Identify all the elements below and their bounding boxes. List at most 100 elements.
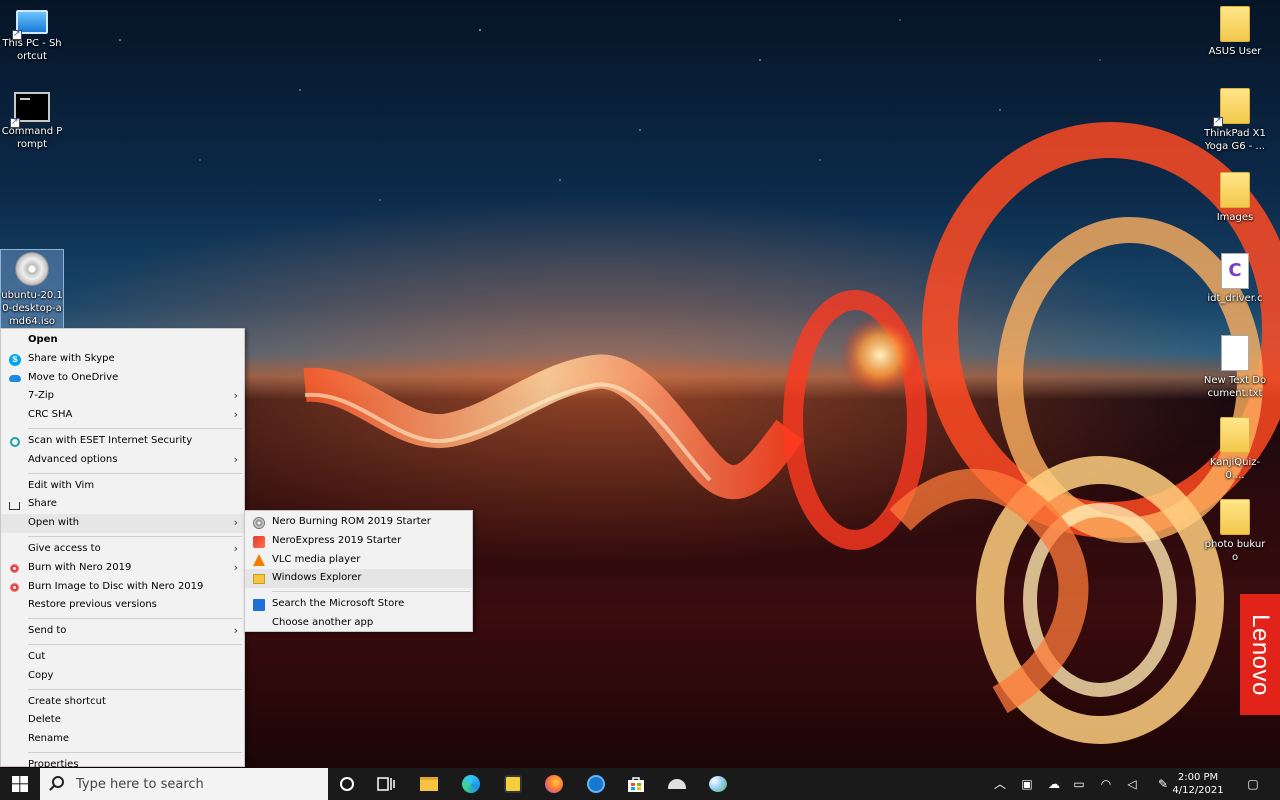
clock-time: 2:00 PM (1177, 772, 1219, 783)
battery-icon[interactable]: ▭ (1072, 777, 1086, 791)
desktop-icon-command-prompt[interactable]: Command Prompt (0, 86, 64, 154)
onedrive-tray-icon[interactable]: ☁ (1046, 777, 1062, 791)
cortana-button[interactable] (328, 768, 366, 800)
submenu-item-vlc[interactable]: VLC media player (245, 551, 472, 570)
desktop-icon-ubuntu-iso[interactable]: ubuntu-20.10-desktop-amd64.iso (0, 249, 64, 329)
task-view-button[interactable] (366, 768, 406, 800)
menu-item-give-access-to[interactable]: Give access to › (1, 540, 244, 559)
firefox-icon (545, 775, 563, 793)
menu-item-scan-eset[interactable]: Scan with ESET Internet Security (1, 432, 244, 451)
desktop-icon-label: ThinkPad X1 Yoga G6 - ... (1204, 128, 1266, 152)
desktop-icon-label: This PC - Shortcut (2, 38, 62, 62)
menu-item-restore-previous-versions[interactable]: Restore previous versions (1, 596, 244, 615)
folder-icon (1220, 172, 1250, 208)
taskbar-file-explorer[interactable] (408, 768, 450, 800)
menu-item-send-to[interactable]: Send to › (1, 622, 244, 641)
nero-icon (10, 563, 19, 573)
disc-image-icon (15, 252, 49, 286)
menu-item-label: 7-Zip (28, 390, 54, 402)
menu-item-label: Delete (28, 714, 61, 726)
edge-icon (462, 775, 480, 793)
desktop-icon-asus-user[interactable]: ASUS User (1203, 4, 1267, 58)
menu-separator (28, 618, 242, 620)
submenu-item-windows-explorer[interactable]: Windows Explorer (245, 569, 472, 589)
bee-app-icon (504, 775, 522, 793)
menu-item-label: Burn with Nero 2019 (28, 561, 132, 573)
submenu-item-nero-burning-rom[interactable]: Nero Burning ROM 2019 Starter (245, 513, 472, 532)
desktop-icon-label: ubuntu-20.10-desktop-amd64.iso (1, 290, 63, 327)
desktop-icon-kanjiquiz[interactable]: KanjiQuiz-0.... (1203, 415, 1267, 482)
start-button[interactable] (0, 768, 40, 800)
menu-item-burn-image-nero[interactable]: Burn Image to Disc with Nero 2019 (1, 578, 244, 597)
folder-icon (1220, 417, 1250, 453)
nero-icon (10, 582, 19, 592)
menu-separator (28, 643, 242, 645)
menu-item-edit-with-vim[interactable]: Edit with Vim (1, 477, 244, 496)
menu-item-label: Share with Skype (28, 352, 115, 364)
folder-icon (1213, 88, 1250, 128)
chevron-up-icon[interactable]: ︿ (993, 777, 1007, 791)
taskbar-app-bee[interactable] (492, 768, 534, 800)
menu-item-open-with[interactable]: Open with › (1, 514, 244, 533)
taskbar-search-box[interactable]: Type here to search (40, 768, 328, 800)
menu-item-label: Burn Image to Disc with Nero 2019 (28, 580, 204, 592)
nero-burning-rom-icon (253, 517, 265, 529)
menu-item-label: Restore previous versions (28, 599, 157, 611)
desktop-icon-photo-bukuro[interactable]: photo bukuro (1203, 497, 1267, 564)
desktop-icon-label: photo bukuro (1204, 539, 1266, 563)
wifi-icon[interactable]: ◠ (1099, 777, 1113, 791)
menu-item-move-to-onedrive[interactable]: Move to OneDrive (1, 369, 244, 388)
desktop-icon-new-text-document[interactable]: New Text Document.txt (1203, 333, 1267, 400)
menu-item-label: Give access to (28, 542, 101, 554)
menu-item-label: Advanced options (28, 453, 118, 465)
text-file-icon (1221, 335, 1249, 371)
chevron-right-icon: › (233, 408, 238, 422)
menu-item-advanced-options[interactable]: Advanced options › (1, 451, 244, 470)
menu-separator (28, 427, 242, 429)
taskbar-edge[interactable] (450, 768, 492, 800)
chevron-right-icon: › (233, 560, 238, 574)
desktop-icon-images[interactable]: Images (1203, 170, 1267, 224)
desktop-icon-label: Command Prompt (1, 126, 63, 150)
volume-icon[interactable]: ◁ (1125, 777, 1139, 791)
menu-item-copy[interactable]: Copy (1, 667, 244, 686)
desktop-icon-this-pc[interactable]: This PC - Shortcut (0, 4, 64, 72)
taskbar-firefox[interactable] (534, 768, 574, 800)
menu-item-rename[interactable]: Rename (1, 730, 244, 749)
menu-separator (28, 535, 242, 537)
taskbar-app-paint[interactable] (698, 768, 738, 800)
mail-app-icon (586, 775, 605, 793)
task-view-icon (377, 777, 395, 791)
taskbar-clock[interactable]: 2:00 PM 4/12/2021 (1168, 771, 1228, 797)
file-explorer-icon (253, 574, 265, 585)
notification-center-icon[interactable]: ▢ (1245, 777, 1261, 791)
desktop-icon-label: KanjiQuiz-0.... (1209, 457, 1261, 481)
desktop-icon-thinkpad[interactable]: ThinkPad X1 Yoga G6 - ... (1203, 86, 1267, 153)
menu-item-crc-sha[interactable]: CRC SHA › (1, 406, 244, 425)
desktop-icon-label: ASUS User (1208, 46, 1262, 57)
menu-item-burn-with-nero[interactable]: Burn with Nero 2019 › (1, 559, 244, 578)
taskbar-outlook[interactable] (575, 768, 616, 800)
taskbar-store[interactable] (616, 768, 656, 800)
menu-item-7zip[interactable]: 7-Zip › (1, 387, 244, 406)
menu-separator (272, 591, 470, 593)
menu-item-share-with-skype[interactable]: S Share with Skype (1, 350, 244, 369)
umbrella-app-icon (668, 779, 686, 789)
submenu-item-neroexpress[interactable]: NeroExpress 2019 Starter (245, 532, 472, 551)
submenu-item-choose-another-app[interactable]: Choose another app (245, 614, 472, 633)
submenu-item-search-store[interactable]: Search the Microsoft Store (245, 595, 472, 614)
onedrive-icon (9, 374, 21, 382)
microsoft-store-icon (628, 777, 644, 792)
menu-item-delete[interactable]: Delete (1, 711, 244, 730)
meet-now-icon[interactable]: ▣ (1020, 777, 1034, 791)
menu-item-cut[interactable]: Cut (1, 648, 244, 667)
menu-item-open[interactable]: Open (1, 331, 244, 350)
folder-icon (1220, 499, 1250, 535)
clock-date: 4/12/2021 (1172, 785, 1224, 796)
desktop-icon-label: New Text Document.txt (1203, 375, 1267, 399)
menu-item-share[interactable]: Share (1, 495, 244, 514)
desktop-icon-idt-driver[interactable]: C idt_driver.c (1203, 251, 1267, 305)
menu-item-create-shortcut[interactable]: Create shortcut (1, 693, 244, 712)
taskbar-app-umbrella[interactable] (656, 768, 698, 800)
chevron-right-icon: › (233, 389, 238, 403)
